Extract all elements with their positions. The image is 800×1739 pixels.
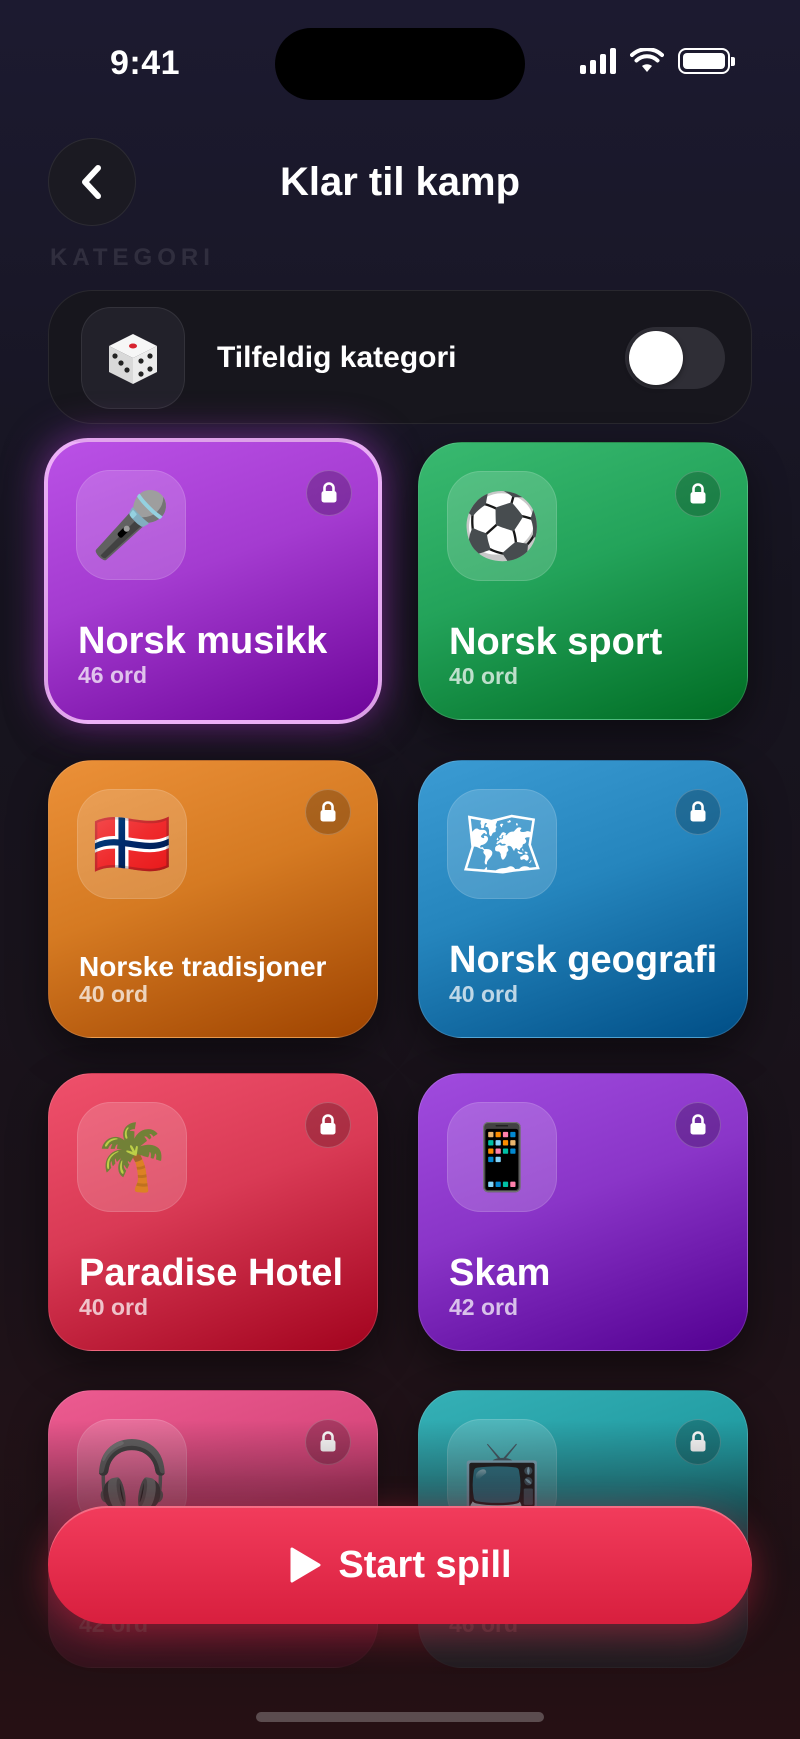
dice-icon [109, 334, 157, 384]
status-icons [580, 48, 735, 74]
category-title: Norske tradisjoner [79, 951, 327, 982]
category-title: Norsk geografi [449, 939, 718, 981]
play-icon [290, 1547, 321, 1583]
palm-tree-icon: 🌴 [77, 1102, 187, 1212]
toggle-knob [629, 331, 683, 385]
random-category-toggle[interactable] [625, 327, 725, 389]
norway-flag-icon: 🇳🇴 [77, 789, 187, 899]
cellular-signal-icon [580, 48, 616, 74]
category-title: Norsk musikk [78, 620, 328, 662]
category-word-count: 40 ord [449, 981, 519, 1007]
category-card[interactable]: 🌴 Paradise Hotel 40 ord [48, 1073, 378, 1351]
dynamic-island [275, 28, 525, 100]
category-card[interactable]: ⚽ Norsk sport 40 ord [418, 442, 748, 720]
page-title: Klar til kamp [279, 160, 521, 204]
home-indicator [256, 1712, 544, 1722]
status-bar: 9:41 [0, 0, 800, 130]
dice-icon-container [81, 307, 185, 409]
category-card[interactable]: 📱 Skam 42 ord [418, 1073, 748, 1351]
status-time: 9:41 [110, 44, 181, 82]
random-category-row[interactable]: Tilfeldig kategori [48, 290, 752, 424]
category-title: Paradise Hotel [79, 1252, 343, 1294]
map-icon: 🗺 [447, 789, 557, 899]
category-word-count: 42 ord [449, 1294, 519, 1320]
soccer-ball-icon: ⚽ [447, 471, 557, 581]
category-word-count: 46 ord [78, 662, 148, 688]
category-word-count: 40 ord [79, 981, 149, 1007]
phone-icon: 📱 [447, 1102, 557, 1212]
category-title: Norsk sport [449, 621, 663, 663]
category-word-count: 40 ord [79, 1294, 149, 1320]
lock-icon [305, 1102, 351, 1148]
category-card[interactable]: 🇳🇴 Norske tradisjoner 40 ord [48, 760, 378, 1038]
lock-icon [675, 789, 721, 835]
wifi-icon [630, 48, 664, 72]
random-category-label: Tilfeldig kategori [217, 341, 457, 374]
start-game-button[interactable]: Start spill [48, 1506, 752, 1624]
category-title: Skam [449, 1252, 551, 1294]
microphone-icon: 🎤 [76, 470, 186, 580]
category-word-count: 40 ord [449, 663, 519, 689]
lock-icon [675, 1102, 721, 1148]
lock-icon [306, 470, 352, 516]
lock-icon [675, 471, 721, 517]
category-card[interactable]: 🗺 Norsk geografi 40 ord [418, 760, 748, 1038]
battery-icon [678, 48, 735, 74]
category-card[interactable]: 🎤 Norsk musikk 46 ord [44, 438, 382, 724]
section-label: KATEGORI [50, 244, 215, 271]
lock-icon [305, 789, 351, 835]
start-game-label: Start spill [338, 1543, 512, 1586]
